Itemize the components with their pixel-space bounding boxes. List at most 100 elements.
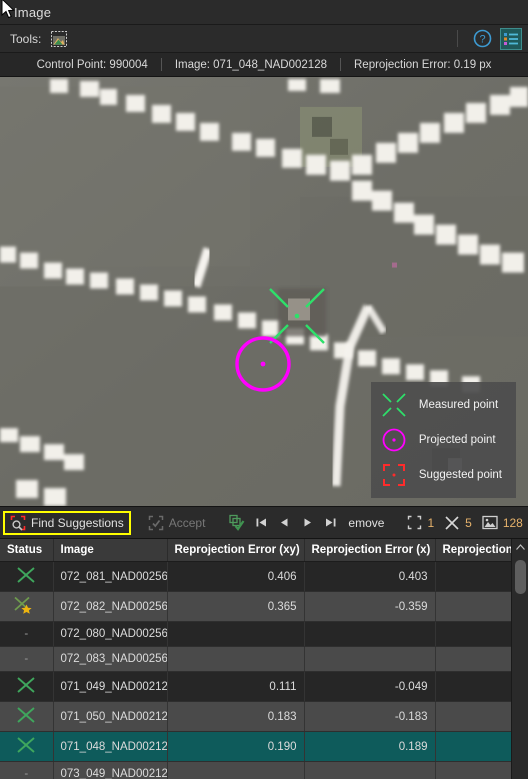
image-count-icon [482, 515, 498, 530]
marker-legend: Measured point Projected point Suggested… [370, 382, 516, 498]
image-measurements-table[interactable]: Status Image Reprojection Error (xy) Rep… [0, 539, 528, 779]
find-suggestions-label: Find Suggestions [31, 515, 124, 530]
measured-status-icon [17, 567, 35, 583]
go-previous-button[interactable] [273, 513, 296, 532]
accept-all-icon [229, 514, 245, 531]
remove-button[interactable]: emove [342, 513, 390, 533]
list-item: Suggested point [380, 461, 502, 489]
find-suggestions-button[interactable]: Find Suggestions [3, 510, 131, 535]
go-last-icon [326, 518, 336, 527]
status-empty-glyph: - [24, 768, 29, 779]
cell-image: 072_080_NAD002569 [53, 621, 168, 647]
column-header-image[interactable]: Image [53, 539, 168, 562]
cell-y [435, 671, 512, 702]
table-row[interactable]: 072_082_NAD002567 0.365 -0.359 [0, 591, 512, 622]
tools-label: Tools: [10, 31, 42, 46]
window-title-bar: Image [0, 0, 528, 25]
reprojection-error-info: Reprojection Error: 0.19 px [354, 58, 492, 71]
cell-status: - [0, 621, 54, 647]
cell-image: 072_083_NAD002566 [53, 646, 168, 672]
go-first-icon [256, 518, 267, 527]
list-item: Projected point [380, 426, 502, 454]
column-header-reprojection-error-x[interactable]: Reprojection Error (x) [304, 539, 436, 562]
cell-x: 0.189 [304, 731, 436, 762]
cell-x: -0.359 [304, 591, 436, 622]
table-vertical-scrollbar[interactable] [511, 539, 528, 779]
cell-image: 071_049_NAD002127 [53, 671, 168, 702]
cell-xy [167, 646, 305, 672]
go-last-button[interactable] [319, 513, 342, 532]
accept-suggestion-icon [148, 515, 163, 530]
status-empty-glyph: - [24, 628, 29, 640]
accept-label: Accept [168, 515, 206, 530]
image-count-value: 128 [502, 515, 523, 530]
column-header-reprojection-error-xy[interactable]: Reprojection Error (xy) [167, 539, 305, 562]
table-row[interactable]: 071_049_NAD002127 0.111 -0.049 [0, 671, 512, 702]
measured-point-count: 5 [439, 512, 477, 534]
status-empty-glyph: - [24, 653, 29, 665]
point-info-bar: Control Point: 990004 Image: 071_048_NAD… [0, 53, 528, 77]
cell-xy: 0.406 [167, 561, 305, 592]
measured-point-count-icon [445, 515, 459, 530]
cell-x: -0.049 [304, 671, 436, 702]
cell-x: 0.403 [304, 561, 436, 592]
control-point-info: Control Point: 990004 [36, 58, 148, 71]
projected-point-marker [235, 336, 291, 392]
measured-count-value: 5 [465, 515, 472, 530]
cell-image: 071_050_NAD002126 [53, 701, 168, 732]
cell-y [435, 701, 512, 732]
go-next-button[interactable] [296, 513, 319, 532]
suggested-point-count-icon [408, 515, 422, 530]
cell-x [304, 646, 436, 672]
cell-status: - [0, 761, 54, 779]
cell-image: 071_048_NAD002128 [53, 731, 168, 762]
measured-point-icon [382, 393, 406, 417]
go-next-icon [304, 518, 312, 527]
measured-starred-status-icon [14, 596, 32, 614]
table-row[interactable]: - 072_080_NAD002569 [0, 621, 512, 647]
table-row[interactable]: 071_048_NAD002128 0.190 0.189 [0, 731, 512, 762]
cell-y [435, 646, 512, 672]
cell-image: 072_082_NAD002567 [53, 591, 168, 622]
cell-status [0, 591, 54, 622]
cell-y [435, 761, 512, 779]
image-point-tool-icon[interactable] [48, 28, 70, 50]
suggested-count-value: 1 [427, 515, 435, 530]
cell-status: - [0, 646, 54, 672]
cell-x [304, 761, 436, 779]
point-actions-toolbar: Find Suggestions Accept emove 1 5 128 [0, 507, 528, 539]
cell-status [0, 671, 54, 702]
cell-xy: 0.111 [167, 671, 305, 702]
cell-x [304, 621, 436, 647]
help-question-icon[interactable]: ? [471, 28, 493, 50]
go-first-button[interactable] [250, 513, 273, 532]
scroll-up-icon[interactable] [511, 539, 528, 556]
cell-y [435, 621, 512, 647]
cell-image: 072_081_NAD002568 [53, 561, 168, 592]
cell-y [435, 591, 512, 622]
column-header-status[interactable]: Status [0, 539, 54, 562]
table-row[interactable]: 072_081_NAD002568 0.406 0.403 [0, 561, 512, 592]
cell-status [0, 731, 54, 762]
options-list-icon[interactable] [500, 27, 522, 50]
accept-button[interactable]: Accept [142, 512, 212, 534]
page-title: Image [14, 4, 52, 20]
image-viewer-canvas[interactable]: Measured point Projected point Suggested… [0, 77, 528, 507]
accept-all-button[interactable] [223, 511, 250, 534]
go-previous-icon [281, 518, 288, 527]
remove-label: emove [348, 515, 385, 530]
legend-label: Suggested point [418, 469, 502, 481]
cell-image: 073_049_NAD002121 [53, 761, 168, 779]
toolbar-divider [457, 30, 458, 47]
table-row[interactable]: 071_050_NAD002126 0.183 -0.183 [0, 701, 512, 732]
image-count: 128 [477, 512, 528, 533]
cell-status [0, 701, 54, 732]
measured-status-icon [17, 677, 35, 693]
column-header-reprojection[interactable]: Reprojection [435, 539, 512, 562]
table-row[interactable]: - 073_049_NAD002121 [0, 761, 512, 779]
table-body: 072_081_NAD002568 0.406 0.403 072_082_NAD00… [0, 561, 512, 779]
legend-label: Projected point [418, 434, 496, 446]
scrollbar-thumb[interactable] [514, 560, 526, 594]
cell-status [0, 561, 54, 592]
table-row[interactable]: - 072_083_NAD002566 [0, 646, 512, 672]
